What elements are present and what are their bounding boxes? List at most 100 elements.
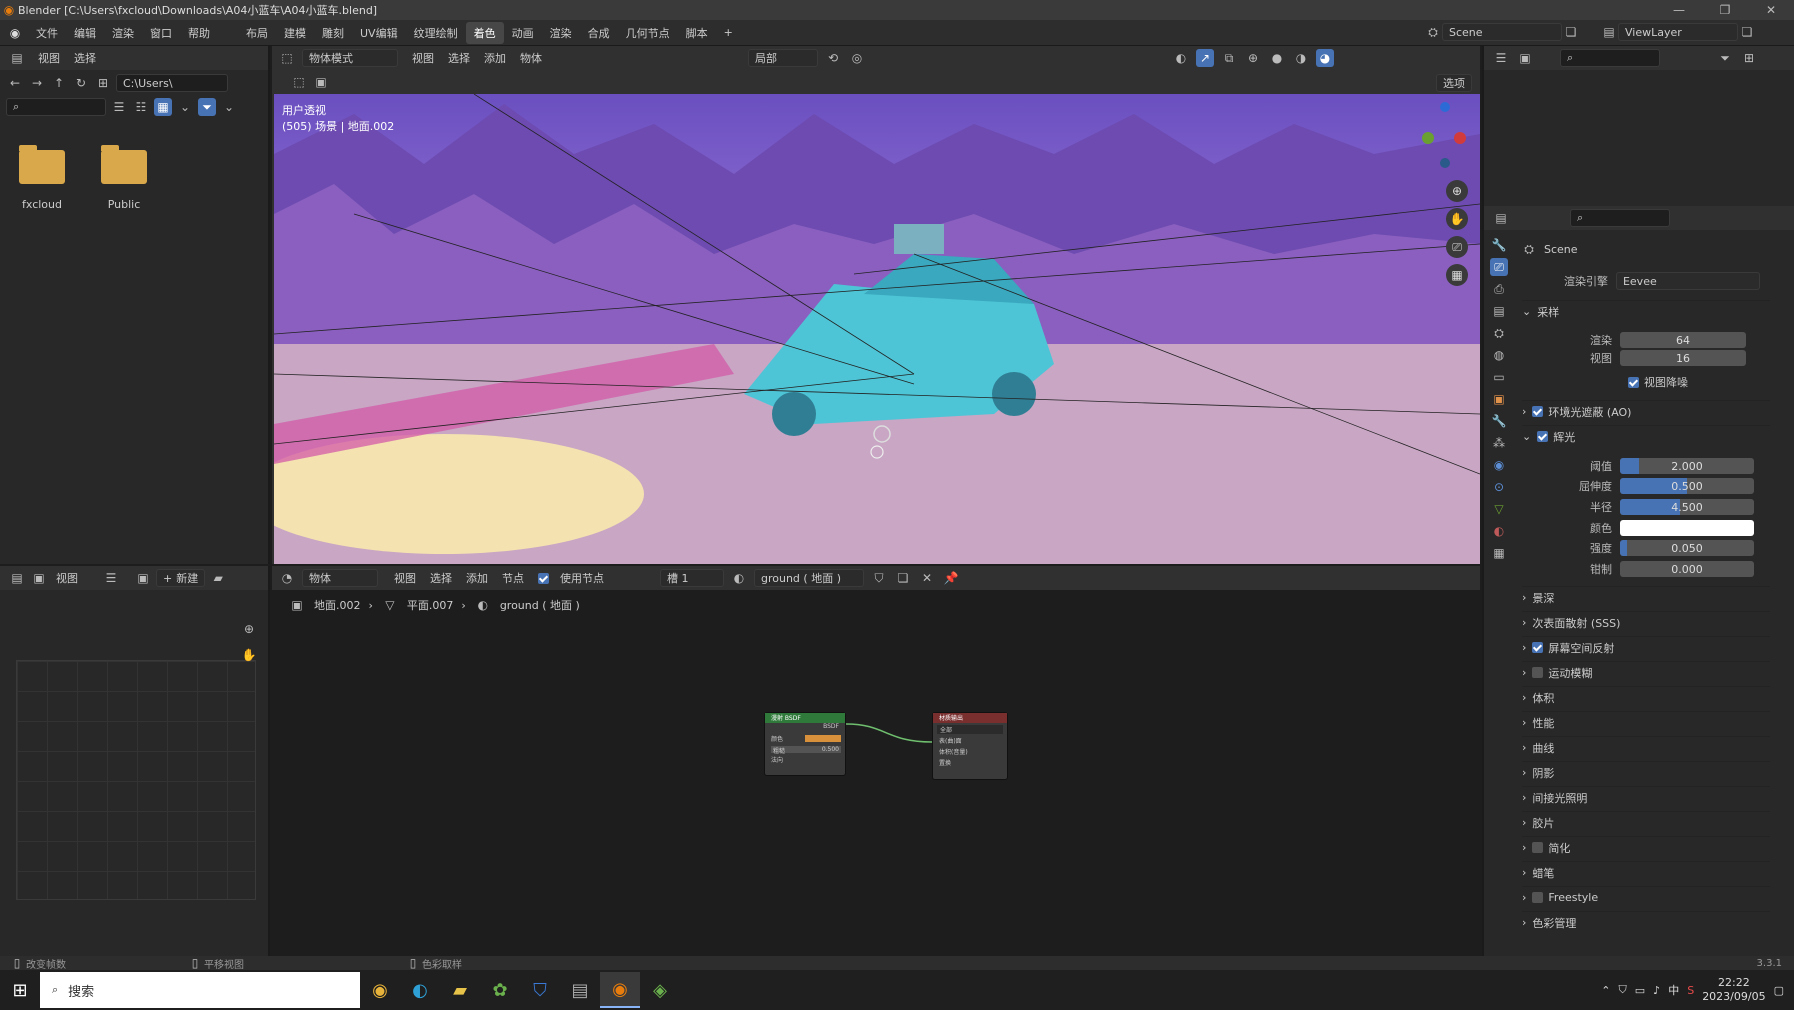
new-viewlayer-icon[interactable]: ❏ [1738, 23, 1756, 41]
viewport-samples-field[interactable]: 16 [1620, 350, 1746, 366]
display-mode-icon[interactable]: ▣ [1516, 49, 1534, 67]
duplicate-material-icon[interactable]: ❏ [894, 569, 912, 587]
editor-type-icon[interactable]: ▤ [8, 569, 26, 587]
ie-menu-view[interactable]: 视图 [56, 570, 78, 586]
collection-tab-icon[interactable]: ▭ [1490, 368, 1508, 386]
filter-dropdown-icon[interactable]: ⌄ [220, 98, 238, 116]
filter-icon[interactable]: ⏷ [198, 98, 216, 116]
new-image-button[interactable]: + 新建 [156, 569, 206, 587]
material-field[interactable]: ground ( 地面 ) [754, 569, 864, 587]
restore-icon[interactable]: ❐ [1702, 1, 1748, 19]
tab-geometry-nodes[interactable]: 几何节点 [618, 25, 678, 41]
roughness-field[interactable]: 粗糙 0.500 [771, 746, 841, 755]
tab-layout[interactable]: 布局 [238, 25, 276, 41]
blender-menu-icon[interactable]: ◉ [6, 24, 24, 42]
panel-section[interactable]: › 蜡笔 [1522, 861, 1770, 883]
chrome-icon[interactable]: ◉ [360, 972, 400, 1008]
zoom-icon[interactable]: ⊕ [240, 620, 258, 638]
tool-tab-icon[interactable]: 🔧 [1490, 236, 1508, 254]
vp-menu-object[interactable]: 物体 [520, 50, 542, 66]
parent-dir-icon[interactable]: ↑ [50, 74, 68, 92]
tab-rendering[interactable]: 渲染 [542, 25, 580, 41]
scene-field[interactable]: Scene [1442, 23, 1562, 41]
x-axis-icon[interactable] [1454, 132, 1466, 144]
volume-icon[interactable]: ♪ [1653, 984, 1660, 997]
menu-file[interactable]: 文件 [28, 25, 66, 41]
bloom-radius-slider[interactable]: 4.500 [1620, 499, 1754, 515]
select-mode-icon[interactable]: ▣ [312, 73, 330, 91]
particles-tab-icon[interactable]: ⁂ [1490, 434, 1508, 452]
ao-checkbox[interactable] [1532, 406, 1544, 417]
menu-window[interactable]: 窗口 [142, 25, 180, 41]
vp-menu-select[interactable]: 选择 [448, 50, 470, 66]
folder-public[interactable]: Public [100, 145, 148, 211]
viewlayer-field[interactable]: ViewLayer [1618, 23, 1738, 41]
ne-menu-select[interactable]: 选择 [430, 570, 452, 586]
material-icon[interactable]: ◐ [730, 569, 748, 587]
ime-label[interactable]: 中 [1668, 982, 1679, 998]
panel-section[interactable]: › 运动模糊 [1522, 661, 1770, 683]
new-collection-icon[interactable]: ⊞ [1740, 49, 1758, 67]
panel-sampling[interactable]: ⌄ 采样 [1522, 300, 1770, 322]
pan-hand-icon[interactable]: ✋ [240, 646, 258, 664]
menu-render[interactable]: 渲染 [104, 25, 142, 41]
security-app-icon[interactable]: ⛉ [520, 972, 560, 1008]
thumbnail-view-icon[interactable]: ▦ [154, 98, 172, 116]
panel-section[interactable]: › 曲线 [1522, 736, 1770, 758]
material-shading-icon[interactable]: ◑ [1292, 49, 1310, 67]
color-swatch[interactable] [805, 735, 841, 742]
tab-animation[interactable]: 动画 [504, 25, 542, 41]
section-checkbox[interactable] [1532, 667, 1544, 678]
pan-hand-icon[interactable]: ✋ [1446, 208, 1468, 230]
proportional-icon[interactable]: ◎ [848, 49, 866, 67]
properties-search-input[interactable]: ⌕ [1570, 209, 1670, 227]
wireframe-shading-icon[interactable]: ⊕ [1244, 49, 1262, 67]
unlink-material-icon[interactable]: ✕ [918, 569, 936, 587]
zoom-icon[interactable]: ⊕ [1446, 180, 1468, 202]
panel-section[interactable]: › 胶片 [1522, 811, 1770, 833]
filter-icon[interactable]: ⏷ [1716, 49, 1734, 67]
image-browse-icon[interactable]: ▣ [134, 569, 152, 587]
grid-icon[interactable]: ▦ [1446, 264, 1468, 286]
panel-ao[interactable]: › 环境光遮蔽 (AO) [1522, 400, 1770, 422]
ne-menu-add[interactable]: 添加 [466, 570, 488, 586]
bloom-knee-slider[interactable]: 0.500 [1620, 478, 1754, 494]
file-explorer-icon[interactable]: ▰ [440, 972, 480, 1008]
slot-dropdown[interactable]: 槽 1 [660, 569, 724, 587]
tab-uv[interactable]: UV编辑 [352, 25, 406, 41]
bloom-intensity-slider[interactable]: 0.050 [1620, 540, 1754, 556]
tab-modeling[interactable]: 建模 [276, 25, 314, 41]
menu-help[interactable]: 帮助 [180, 25, 218, 41]
tab-sculpting[interactable]: 雕刻 [314, 25, 352, 41]
neg-z-axis-icon[interactable] [1440, 158, 1450, 168]
file-search-input[interactable]: ⌕ [6, 98, 106, 116]
open-image-icon[interactable]: ▰ [209, 569, 227, 587]
sort-icon[interactable]: ⌄ [176, 98, 194, 116]
fb-menu-select[interactable]: 选择 [74, 50, 96, 66]
object-mode-dropdown[interactable]: 物体模式 [302, 49, 398, 67]
panel-section[interactable]: › 色彩管理 [1522, 911, 1770, 933]
editor-type-icon[interactable]: ◔ [278, 569, 296, 587]
tab-scripting[interactable]: 脚本 [678, 25, 716, 41]
blender-taskbar-icon[interactable]: ◉ [600, 972, 640, 1008]
section-checkbox[interactable] [1532, 642, 1544, 653]
panel-section[interactable]: › Freestyle [1522, 886, 1770, 908]
solid-shading-icon[interactable]: ● [1268, 49, 1286, 67]
bloom-clamp-field[interactable]: 0.000 [1620, 561, 1754, 577]
back-icon[interactable]: ← [6, 74, 24, 92]
target-dropdown[interactable]: 全部 [937, 725, 1003, 734]
edge-icon[interactable]: ◐ [400, 972, 440, 1008]
tab-texture-paint[interactable]: 纹理绘制 [406, 25, 466, 41]
refresh-icon[interactable]: ↻ [72, 74, 90, 92]
sogou-icon[interactable]: S [1687, 984, 1694, 997]
pivot-dropdown[interactable]: 局部 [748, 49, 818, 67]
tray-shield-icon[interactable]: ⛉ [1619, 983, 1627, 997]
app-icon[interactable]: ✿ [480, 972, 520, 1008]
render-engine-dropdown[interactable]: Eevee [1615, 272, 1760, 290]
panel-section[interactable]: › 体积 [1522, 686, 1770, 708]
fake-user-icon[interactable]: ⛉ [870, 569, 888, 587]
outliner-search-input[interactable]: ⌕ [1560, 49, 1660, 67]
taskbar-search[interactable]: ⌕ 搜索 [40, 972, 360, 1008]
network-icon[interactable]: ▭ [1635, 984, 1645, 997]
folder-fxcloud[interactable]: fxcloud [18, 145, 66, 211]
